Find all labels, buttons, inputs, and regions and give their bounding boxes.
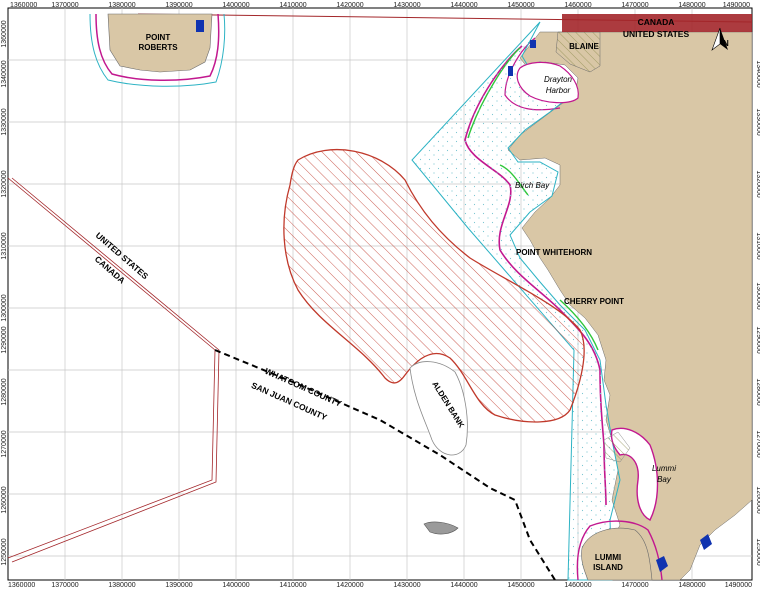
x-tick-top: 1360000	[10, 2, 37, 9]
y-tick-left: 1250000	[1, 538, 8, 565]
label-lummi-bay-2: Bay	[657, 475, 672, 484]
y-tick-right: 1300000	[755, 282, 760, 309]
label-birch-bay: Birch Bay	[515, 181, 550, 190]
y-tick-left: 1360000	[1, 20, 8, 47]
x-tick: 1410000	[279, 582, 306, 588]
y-tick-left: 1320000	[1, 170, 8, 197]
x-tick-top: 1460000	[564, 2, 591, 9]
north-arrow-label: N	[723, 39, 729, 48]
label-us-top: UNITED STATES	[623, 29, 690, 39]
x-tick: 1470000	[621, 582, 648, 588]
y-tick-left: 1260000	[1, 486, 8, 513]
x-tick-top: 1400000	[222, 2, 249, 9]
y-tick-right: 1260000	[755, 486, 760, 513]
label-lummi-bay-1: Lummi	[652, 464, 676, 473]
x-tick-top: 1490000	[723, 2, 750, 9]
y-tick-right: 1290000	[755, 326, 760, 353]
x-tick: 1490000	[725, 582, 752, 588]
x-tick: 1450000	[507, 582, 534, 588]
y-tick-right: 1310000	[755, 232, 760, 259]
x-tick: 1440000	[450, 582, 477, 588]
label-point-roberts-1: POINT	[146, 33, 171, 42]
x-tick: 1430000	[393, 582, 420, 588]
point-roberts-blue-patch	[196, 20, 204, 32]
y-tick-right: 1280000	[755, 378, 760, 405]
drayton-blue-patch	[508, 66, 513, 76]
y-tick-left: 1270000	[1, 430, 8, 457]
y-tick-right: 1330000	[755, 108, 760, 135]
x-tick-top: 1410000	[279, 2, 306, 9]
blaine-blue-patch	[530, 40, 536, 48]
label-drayton-harbor-2: Harbor	[546, 86, 571, 95]
x-tick: 1370000	[51, 582, 78, 588]
x-tick-top: 1380000	[108, 2, 135, 9]
x-tick: 1480000	[678, 582, 705, 588]
y-tick-left: 1310000	[1, 232, 8, 259]
x-tick: 1460000	[564, 582, 591, 588]
y-tick-left: 1330000	[1, 108, 8, 135]
y-tick-left: 1300000	[1, 294, 8, 321]
x-tick-top: 1390000	[165, 2, 192, 9]
label-lummi-island-2: ISLAND	[593, 563, 623, 572]
y-tick-right: 1320000	[755, 170, 760, 197]
x-tick-top: 1420000	[336, 2, 363, 9]
x-tick-top: 1450000	[507, 2, 534, 9]
label-point-roberts-2: ROBERTS	[138, 43, 178, 52]
y-tick-right: 1340000	[755, 60, 760, 87]
y-tick-left: 1280000	[1, 378, 8, 405]
x-tick: 1420000	[336, 582, 363, 588]
map-container: N POINT ROBERTS BLAINE CANADA UNITED STA…	[0, 0, 760, 589]
y-tick-right: 1250000	[755, 538, 760, 565]
x-tick-top: 1470000	[621, 2, 648, 9]
x-tick-top: 1480000	[678, 2, 705, 9]
x-tick: 1360000	[8, 582, 35, 588]
x-tick: 1380000	[108, 582, 135, 588]
label-cherry-point: CHERRY POINT	[564, 297, 624, 306]
y-tick-right: 1270000	[755, 430, 760, 457]
x-tick-top: 1440000	[450, 2, 477, 9]
y-axis-ticks-right: 1340000 1330000 1320000 1310000 1300000 …	[755, 60, 760, 565]
x-tick-top: 1430000	[393, 2, 420, 9]
label-point-whitehorn: POINT WHITEHORN	[516, 248, 592, 257]
x-axis-ticks: 1360000 1370000 1380000 1390000 1400000 …	[8, 582, 752, 589]
y-axis-ticks-left: 1360000 1340000 1330000 1320000 1310000 …	[1, 20, 8, 565]
map-canvas: N POINT ROBERTS BLAINE CANADA UNITED STA…	[1, 2, 760, 589]
y-tick-left: 1290000	[1, 326, 8, 353]
label-canada-top: CANADA	[638, 17, 675, 27]
label-blaine: BLAINE	[569, 42, 599, 51]
x-tick: 1390000	[165, 582, 192, 588]
label-lummi-island-1: LUMMI	[595, 553, 621, 562]
label-drayton-harbor-1: Drayton	[544, 75, 573, 84]
x-tick-top: 1370000	[51, 2, 78, 9]
y-tick-left: 1340000	[1, 60, 8, 87]
x-tick: 1400000	[222, 582, 249, 588]
